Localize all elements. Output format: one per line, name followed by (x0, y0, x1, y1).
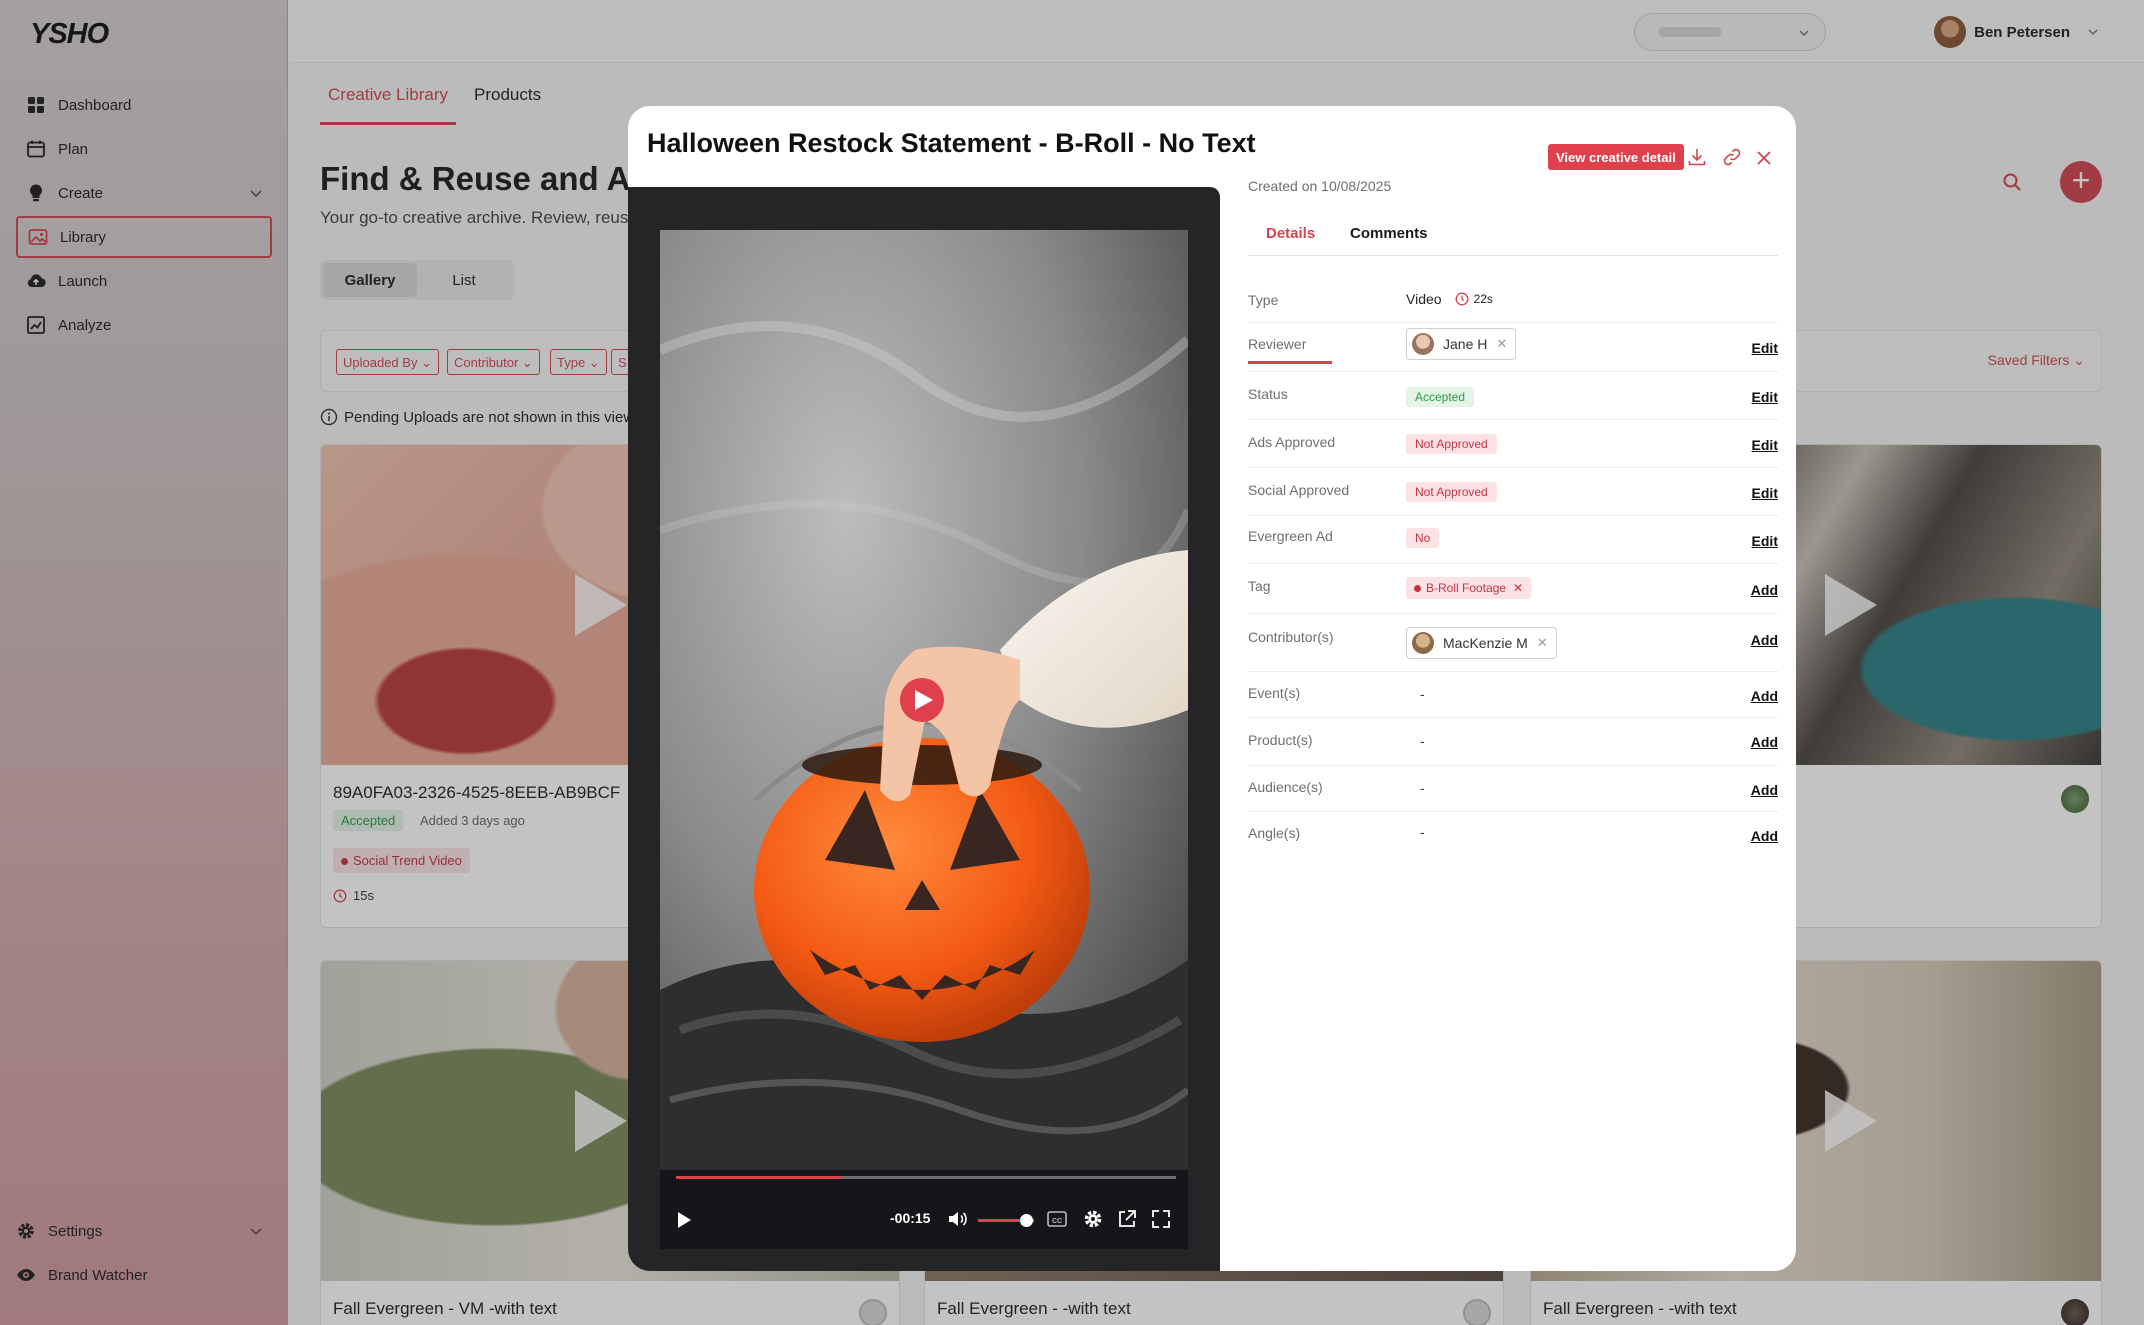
remove-icon[interactable]: ✕ (1537, 635, 1548, 651)
video-player: -00:15 CC (628, 187, 1220, 1271)
seek-bar[interactable] (676, 1176, 1176, 1179)
field-label: Product(s) (1248, 732, 1313, 748)
status-badge: Not Approved (1406, 434, 1497, 454)
tab-comments[interactable]: Comments (1350, 225, 1428, 242)
tag-chip[interactable]: B-Roll Footage ✕ (1406, 577, 1532, 599)
add-contributor-button[interactable]: Add (1751, 632, 1778, 648)
tag-dot (1414, 584, 1421, 592)
edit-social-approved-button[interactable]: Edit (1752, 485, 1778, 501)
field-label: Tag (1248, 578, 1271, 594)
field-value: Video 22s (1406, 291, 1493, 307)
add-audience-button[interactable]: Add (1751, 782, 1778, 798)
modal-title: Halloween Restock Statement - B-Roll - N… (647, 128, 1256, 158)
video-frame[interactable] (660, 230, 1188, 1170)
field-label: Type (1248, 292, 1279, 308)
field-ads-approved: Ads Approved Not Approved Edit (1248, 420, 1778, 468)
field-products: Product(s) - Add (1248, 718, 1778, 766)
field-value: - (1420, 733, 1425, 749)
edit-ads-approved-button[interactable]: Edit (1752, 437, 1778, 453)
remove-icon[interactable]: ✕ (1496, 336, 1507, 352)
field-label: Event(s) (1248, 685, 1301, 701)
field-value: - (1420, 686, 1425, 702)
details-tabs: Details Comments (1248, 214, 1778, 364)
field-type: Type Video 22s (1248, 278, 1778, 323)
field-value: Jane H ✕ (1406, 328, 1517, 360)
volume-level (978, 1219, 1026, 1222)
add-angle-button[interactable]: Add (1751, 828, 1778, 844)
add-event-button[interactable]: Add (1751, 688, 1778, 704)
creative-preview-modal: Halloween Restock Statement - B-Roll - N… (628, 106, 1796, 1271)
field-label: Status (1248, 386, 1288, 402)
volume-slider[interactable] (978, 1214, 1034, 1227)
field-value: Accepted (1406, 387, 1475, 407)
contributor-chip[interactable]: MacKenzie M ✕ (1406, 627, 1557, 659)
video-controls: -00:15 CC (660, 1170, 1188, 1249)
edit-reviewer-button[interactable]: Edit (1752, 340, 1778, 356)
field-value: No (1406, 528, 1440, 548)
edit-status-button[interactable]: Edit (1752, 389, 1778, 405)
avatar (1412, 333, 1434, 355)
avatar (1412, 632, 1434, 654)
remove-icon[interactable]: ✕ (1513, 581, 1523, 595)
seek-progress (676, 1176, 841, 1179)
field-social-approved: Social Approved Not Approved Edit (1248, 468, 1778, 516)
field-label: Contributor(s) (1248, 629, 1334, 645)
reviewer-chip[interactable]: Jane H ✕ (1406, 328, 1517, 360)
volume-icon[interactable] (946, 1208, 968, 1230)
field-angles: Angle(s) - Add (1248, 812, 1778, 862)
field-tag: Tag B-Roll Footage ✕ Add (1248, 564, 1778, 614)
settings-icon[interactable] (1082, 1208, 1104, 1230)
field-label: Ads Approved (1248, 434, 1336, 450)
play-icon[interactable] (674, 1210, 694, 1230)
volume-handle[interactable] (1019, 1214, 1033, 1227)
field-value: Not Approved (1406, 434, 1497, 454)
details-panel: Created on 10/08/2025 Details Comments T… (1248, 106, 1778, 1271)
duration-value: 22s (1473, 292, 1493, 306)
clock-icon (1455, 292, 1469, 306)
add-product-button[interactable]: Add (1751, 734, 1778, 750)
field-reviewer: Reviewer Jane H ✕ Edit (1248, 323, 1778, 372)
status-badge: Accepted (1406, 387, 1475, 407)
field-value: Not Approved (1406, 482, 1497, 502)
field-audiences: Audience(s) - Add (1248, 766, 1778, 812)
field-value: MacKenzie M ✕ (1406, 627, 1557, 659)
field-status: Status Accepted Edit (1248, 372, 1778, 420)
field-events: Event(s) - Add (1248, 672, 1778, 718)
reviewer-name: Jane H (1443, 336, 1488, 352)
tab-details[interactable]: Details (1266, 225, 1315, 242)
status-badge: Not Approved (1406, 482, 1497, 502)
created-date: Created on 10/08/2025 (1248, 178, 1392, 194)
field-value: - (1420, 824, 1425, 840)
status-badge: No (1406, 528, 1440, 548)
video-still (660, 230, 1188, 1170)
svg-text:CC: CC (1052, 1218, 1062, 1225)
field-label: Angle(s) (1248, 825, 1301, 841)
type-value: Video (1406, 291, 1442, 307)
field-contributors: Contributor(s) MacKenzie M ✕ Add (1248, 614, 1778, 672)
field-label: Reviewer (1248, 336, 1307, 352)
field-value: B-Roll Footage ✕ (1406, 577, 1532, 599)
field-label: Evergreen Ad (1248, 528, 1333, 544)
field-label: Audience(s) (1248, 779, 1323, 795)
field-value: - (1420, 780, 1425, 796)
edit-evergreen-button[interactable]: Edit (1752, 533, 1778, 549)
contributor-name: MacKenzie M (1443, 635, 1528, 651)
time-remaining: -00:15 (890, 1210, 931, 1226)
captions-icon[interactable]: CC (1046, 1208, 1068, 1230)
popout-icon[interactable] (1116, 1208, 1138, 1230)
tag-label: B-Roll Footage (1426, 581, 1507, 595)
field-evergreen-ad: Evergreen Ad No Edit (1248, 516, 1778, 564)
field-label: Social Approved (1248, 482, 1350, 498)
fullscreen-icon[interactable] (1150, 1208, 1172, 1230)
add-tag-button[interactable]: Add (1751, 582, 1778, 598)
